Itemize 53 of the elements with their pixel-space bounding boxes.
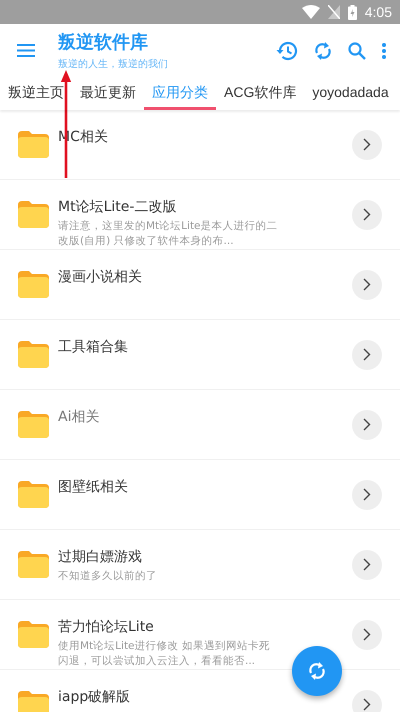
folder-icon: [18, 621, 49, 648]
app-title: 叛逆软件库: [58, 31, 149, 54]
search-icon[interactable]: [348, 42, 366, 60]
folder-icon: [18, 411, 49, 438]
status-time: 4:05: [364, 4, 392, 20]
folder-description: 请注意，这里发的Mt论坛Lite是本人进行的二改版(自用) 只修改了软件本身的布...: [58, 219, 278, 249]
folder-icon: [18, 551, 49, 578]
folder-icon: [18, 271, 49, 298]
folder-row[interactable]: Ai相关: [0, 390, 400, 460]
folder-title: 图壁纸相关: [58, 478, 129, 496]
app-subtitle: 叛逆的人生，叛逆的我们: [58, 58, 169, 71]
refresh-button[interactable]: [292, 646, 342, 696]
folder-title: Mt论坛Lite-二改版: [58, 198, 178, 216]
chevron-right-icon: [363, 488, 371, 501]
folder-title: iapp破解版: [58, 688, 132, 706]
folder-row[interactable]: 工具箱合集: [0, 320, 400, 390]
tab[interactable]: 最近更新: [72, 77, 144, 110]
folder-description: 不知道多久以前的了: [58, 569, 158, 584]
folder-icon: [18, 481, 49, 508]
folder-row[interactable]: 过期白嫖游戏 不知道多久以前的了: [0, 530, 400, 600]
folder-title: 过期白嫖游戏: [58, 548, 143, 566]
chevron-right-icon: [363, 698, 371, 711]
chevron-right-icon: [363, 348, 371, 361]
tab[interactable]: yoyodadada: [304, 77, 397, 110]
folder-title: 工具箱合集: [58, 338, 129, 356]
tab[interactable]: 叛逆主页: [0, 77, 72, 110]
chevron-right-icon: [363, 278, 371, 291]
folder-row[interactable]: Mt论坛Lite-二改版 请注意，这里发的Mt论坛Lite是本人进行的二改版(自用) 只修改了软件本身的布...: [0, 180, 400, 250]
battery-icon: [348, 4, 357, 20]
folder-title: Ai相关: [58, 408, 100, 426]
folder-description: 使用Mt论坛Lite进行修改 如果遇到网站卡死闪退，可以尝试加入云注入，看看能否...: [58, 639, 271, 669]
more-icon[interactable]: [382, 42, 386, 58]
tab[interactable]: ACG软件库: [216, 77, 304, 110]
wifi-icon: [302, 5, 320, 19]
folder-icon: [18, 131, 49, 158]
folder-title: 漫画小说相关: [58, 268, 143, 286]
folder-title: 苦力怕论坛Lite: [58, 618, 155, 636]
chevron-right-icon: [363, 558, 371, 571]
folder-icon: [18, 201, 49, 228]
folder-icon: [18, 341, 49, 368]
refresh-icon[interactable]: [314, 40, 332, 60]
folder-row[interactable]: 图壁纸相关: [0, 460, 400, 530]
folder-icon: [18, 691, 49, 712]
chevron-right-icon: [363, 208, 371, 221]
menu-icon[interactable]: [17, 44, 35, 57]
chevron-right-icon: [363, 138, 371, 151]
history-icon[interactable]: [276, 40, 298, 60]
folder-row[interactable]: 漫画小说相关: [0, 250, 400, 320]
chevron-right-icon: [363, 628, 371, 641]
chevron-right-icon: [363, 418, 371, 431]
open-button[interactable]: [352, 690, 382, 712]
refresh-icon: [308, 661, 326, 681]
signal-icon: [328, 5, 340, 19]
